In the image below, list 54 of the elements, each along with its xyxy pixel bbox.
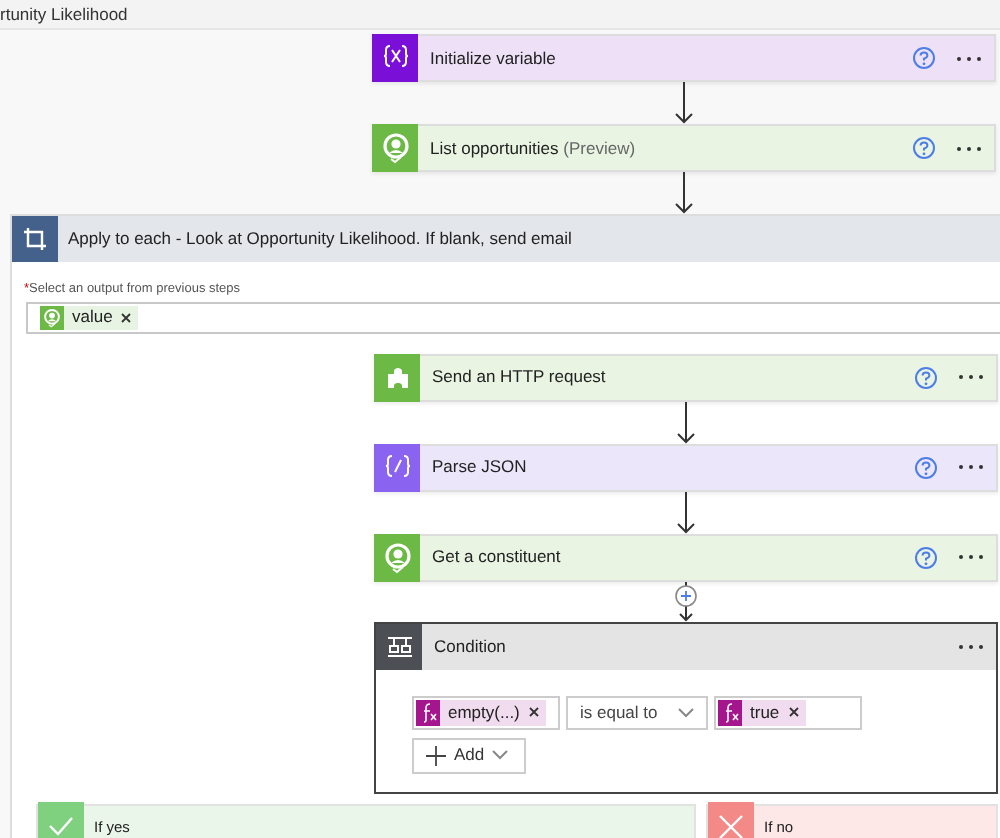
arrow-icon — [676, 401, 696, 444]
arrow-icon — [676, 491, 696, 534]
loop-header[interactable]: Apply to each - Look at Opportunity Likelihood. If blank, send email — [12, 216, 1000, 262]
more-icon[interactable] — [956, 55, 982, 61]
arrow-icon — [674, 82, 694, 124]
operator-dropdown[interactable]: is equal to — [566, 695, 708, 730]
step-title: Parse JSON — [432, 456, 527, 477]
chevron-down-icon — [492, 750, 509, 761]
close-icon[interactable] — [787, 706, 800, 719]
action-card[interactable]: Initialize variable — [372, 34, 996, 82]
user-check-icon — [381, 541, 413, 574]
action-card[interactable]: Get a constituent — [374, 533, 998, 582]
close-icon — [716, 811, 746, 838]
help-icon[interactable] — [914, 455, 938, 480]
more-icon[interactable] — [958, 464, 984, 471]
value-token[interactable]: value — [40, 305, 139, 330]
expression-token[interactable]: empty(...) — [416, 699, 546, 726]
expression-token[interactable]: true — [718, 699, 806, 726]
step-title: Initialize variable — [430, 47, 556, 68]
loop-title: Apply to each - Look at Opportunity Likelihood. If blank, send email — [68, 226, 572, 252]
action-card[interactable]: List opportunities (Preview) — [372, 124, 996, 172]
close-icon[interactable] — [120, 311, 133, 324]
condition-icon — [385, 634, 413, 659]
function-icon — [419, 701, 437, 724]
more-icon[interactable] — [958, 643, 984, 650]
step-title: Get a constituent — [432, 546, 561, 567]
more-icon[interactable] — [958, 554, 984, 561]
user-check-icon — [379, 132, 411, 164]
add-button[interactable]: Add — [412, 737, 526, 774]
close-icon[interactable] — [527, 706, 540, 719]
arrow-icon — [674, 172, 694, 214]
help-icon[interactable] — [912, 136, 936, 160]
more-icon[interactable] — [956, 145, 982, 151]
help-icon[interactable] — [912, 46, 936, 70]
output-field[interactable]: value — [26, 301, 1000, 334]
more-icon[interactable] — [958, 374, 984, 381]
user-check-icon — [42, 307, 62, 328]
help-icon[interactable] — [914, 545, 938, 570]
loop-icon — [22, 226, 48, 252]
plus-icon — [426, 745, 446, 766]
step-title: List opportunities — [430, 137, 559, 158]
add-step-icon[interactable] — [674, 581, 698, 622]
help-icon[interactable] — [914, 365, 938, 390]
step-title: Send an HTTP request — [432, 366, 606, 387]
condition-card[interactable]: Condition empty(...) is equal to true Add — [374, 621, 998, 794]
chevron-down-icon — [678, 707, 694, 718]
action-card[interactable]: Send an HTTP request — [374, 353, 998, 402]
flow-title: rtunity Likelihood — [0, 1, 128, 27]
action-card[interactable]: Parse JSON — [374, 443, 998, 492]
value-field[interactable]: true — [714, 695, 862, 730]
value-field[interactable]: empty(...) — [412, 695, 560, 730]
condition-title: Condition — [434, 633, 508, 660]
preview-label: (Preview) — [563, 137, 636, 158]
function-icon — [721, 701, 739, 724]
